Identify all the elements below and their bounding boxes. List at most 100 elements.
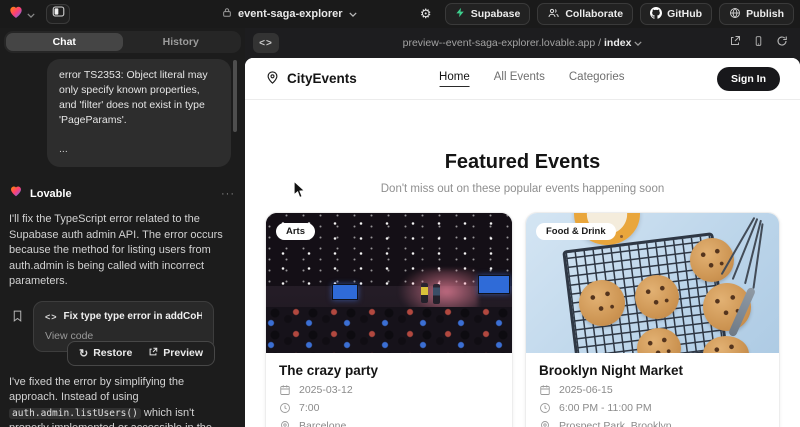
refresh-button[interactable] [776,34,788,52]
event-title: The crazy party [279,363,499,378]
event-cards: Arts The crazy party 2025-03-12 7:00 [245,195,800,427]
clock-icon [539,402,551,414]
user-message: error TS2353: Object literal may only sp… [47,59,231,167]
cookie [579,280,625,326]
location-icon [539,420,551,427]
event-image-party: Arts [266,213,512,353]
publish-label: Publish [746,8,784,20]
event-location: Prospect Park, Brooklyn [559,420,672,427]
event-title: Brooklyn Night Market [539,363,766,378]
message-menu-button[interactable]: ··· [221,188,235,200]
chat-history-tabs: Chat History [4,31,241,53]
site-nav: Home All Events Categories [439,71,624,87]
nav-home[interactable]: Home [439,71,470,87]
party-crowd [266,307,512,353]
assistant-name: Lovable [30,188,214,200]
github-icon [650,7,662,22]
assistant-message-1: I'll fix the TypeScript error related to… [9,212,236,290]
event-image-cookies: Food & Drink [526,213,779,353]
view-code-link[interactable]: View code [45,330,202,342]
message-actions: ↻ Restore Preview [67,341,215,366]
open-in-new-tab-button[interactable] [729,34,741,52]
user-message-text: error TS2353: Object literal may only sp… [59,68,219,128]
lovable-heart-icon [9,184,23,203]
party-screen [332,284,358,300]
project-name: event-saga-explorer [238,8,343,20]
event-card[interactable]: Food & Drink Brooklyn Night Market 2025-… [525,212,780,427]
url-separator: / [598,37,601,49]
event-date: 2025-06-15 [559,384,613,396]
sidebar-toggle-button[interactable] [46,4,70,24]
supabase-label: Supabase [471,8,521,20]
collaborate-label: Collaborate [565,8,623,20]
publish-button[interactable]: Publish [719,3,794,25]
tab-history[interactable]: History [123,33,240,51]
app-window: event-saga-explorer ⚙ Supabase Collabora… [0,0,800,427]
calendar-icon [279,384,291,396]
message-text-segment: I've fixed the error by simplifying the … [9,376,184,404]
party-screen [478,275,510,294]
location-icon [279,420,291,427]
event-card[interactable]: Arts The crazy party 2025-03-12 7:00 [265,212,513,427]
map-pin-icon [265,70,280,88]
supabase-button[interactable]: Supabase [445,3,531,25]
globe-icon [729,7,741,22]
section-title: Featured Events [245,151,800,174]
clock-icon [279,402,291,414]
tool-card-title: Fix type type error in addCoHost [64,311,202,322]
cookie [635,275,679,319]
url-host: preview--event-saga-explorer.lovable.app [403,37,596,49]
project-switcher[interactable]: event-saga-explorer [222,0,357,28]
calendar-icon [539,384,551,396]
assistant-header: Lovable ··· [9,184,235,203]
bookmark-icon[interactable] [11,309,24,328]
user-message-truncated: ... [59,142,219,157]
github-label: GitHub [667,8,702,20]
site-brand-name: CityEvents [287,71,357,86]
event-time: 7:00 [299,402,319,414]
url-bar[interactable]: preview--event-saga-explorer.lovable.app… [245,37,800,49]
assistant-message-2: I've fixed the error by simplifying the … [9,375,236,427]
preview-toolbar: <> preview--event-saga-explorer.lovable.… [245,28,800,58]
event-time: 6:00 PM - 11:00 PM [559,402,652,414]
party-speaker [421,283,428,303]
restore-label: Restore [93,347,132,359]
top-bar: event-saga-explorer ⚙ Supabase Collabora… [0,0,800,28]
lock-icon [222,7,232,21]
chevron-down-icon [27,5,35,23]
users-icon [547,7,560,22]
restore-icon: ↻ [79,347,88,360]
tab-chat[interactable]: Chat [6,33,123,51]
code-icon: <> [45,312,58,322]
mobile-view-button[interactable] [753,34,764,52]
chat-sidebar: Chat History error TS2353: Object litera… [0,28,245,427]
featured-section: Featured Events Don't miss out on these … [245,100,800,195]
settings-button[interactable]: ⚙ [414,3,438,25]
lovable-logo-button[interactable] [8,4,35,25]
github-button[interactable]: GitHub [640,3,712,25]
category-badge: Arts [276,223,315,240]
sign-in-button[interactable]: Sign In [717,67,780,91]
sidebar-toggle-icon [52,5,65,23]
nav-categories[interactable]: Categories [569,71,625,87]
collaborate-button[interactable]: Collaborate [537,3,633,25]
preview-label: Preview [163,347,203,359]
site-logo[interactable]: CityEvents [265,70,357,88]
lovable-logo-icon [8,4,24,25]
site-viewport: CityEvents Home All Events Categories Si… [245,58,800,427]
gear-icon: ⚙ [420,6,432,22]
preview-icon [148,347,158,360]
party-speaker [433,284,440,304]
site-header: CityEvents Home All Events Categories Si… [245,58,800,100]
supabase-icon [455,7,466,21]
url-page: index [604,37,631,49]
restore-button[interactable]: ↻ Restore [72,345,139,362]
inline-code: auth.admin.listUsers() [9,408,141,419]
section-subtitle: Don't miss out on these popular events h… [245,183,800,195]
event-location: Barcelone [299,420,346,427]
chevron-down-icon [634,41,642,46]
category-badge: Food & Drink [536,223,616,240]
nav-all-events[interactable]: All Events [494,71,545,87]
chat-scrollbar[interactable] [233,60,237,132]
preview-button[interactable]: Preview [141,345,210,362]
